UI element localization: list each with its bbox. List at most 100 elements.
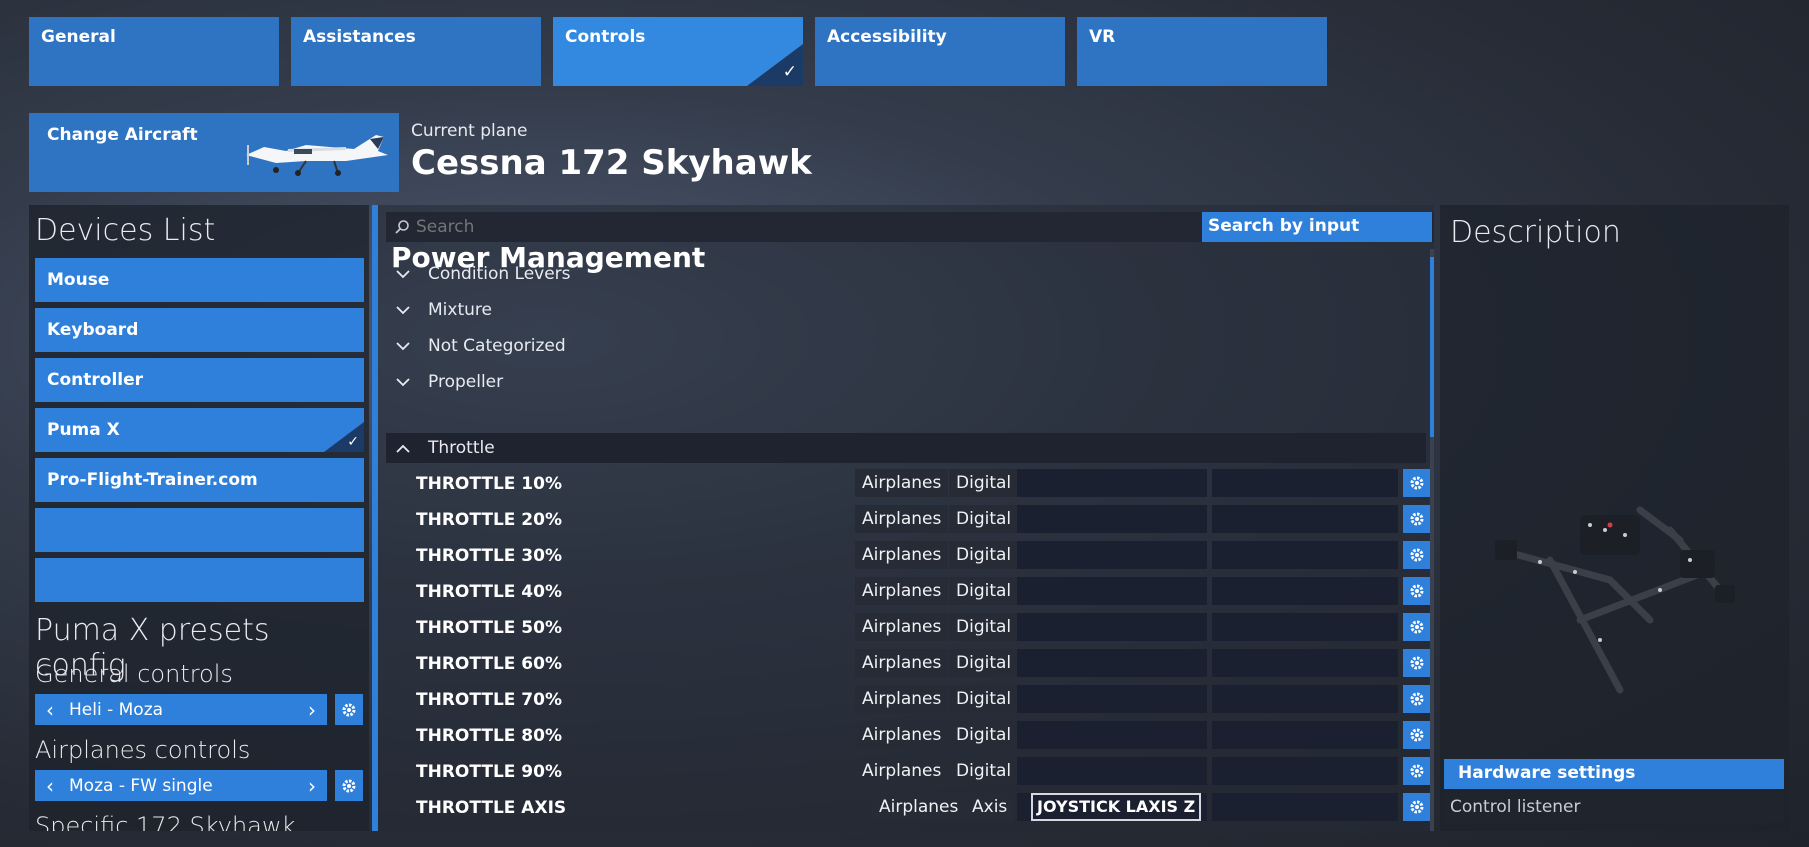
gear-icon <box>1410 728 1424 742</box>
chevron-left-icon[interactable]: ‹ <box>35 774 65 798</box>
binding-slot-primary[interactable] <box>1017 505 1207 533</box>
binding-value: JOYSTICK LAXIS Z <box>1031 793 1202 821</box>
binding-slot-primary[interactable] <box>1017 649 1207 677</box>
general-controls-selector[interactable]: ‹ Heli - Moza › <box>35 694 327 725</box>
binding-slot-secondary[interactable] <box>1212 793 1398 821</box>
binding-slot-secondary[interactable] <box>1212 649 1398 677</box>
device-item-puma-x[interactable]: Puma X ✓ <box>35 408 364 452</box>
description-title: Description <box>1450 215 1621 250</box>
scope-chip: Airplanes <box>855 469 949 497</box>
binding-row: THROTTLE 60% Airplanes Digital <box>386 647 1431 679</box>
devices-panel: Devices List Mouse Keyboard Controller P… <box>29 205 369 831</box>
scope-chip: Airplanes <box>855 613 949 641</box>
type-chip: Digital <box>949 541 1019 569</box>
binding-action-label: THROTTLE 80% <box>416 726 563 746</box>
binding-slot-primary[interactable] <box>1017 613 1207 641</box>
row-gear-button[interactable] <box>1403 541 1431 569</box>
type-chip: Digital <box>949 649 1019 677</box>
binding-row: THROTTLE 80% Airplanes Digital <box>386 719 1431 751</box>
tab-accessibility[interactable]: Accessibility <box>815 17 1065 86</box>
tab-vr[interactable]: VR <box>1077 17 1327 86</box>
tab-label: General <box>41 27 116 47</box>
chevron-left-icon[interactable]: ‹ <box>35 698 65 722</box>
category-throttle[interactable]: Throttle <box>386 433 1426 463</box>
binding-action-label: THROTTLE 50% <box>416 618 563 638</box>
binding-slot-secondary[interactable] <box>1212 613 1398 641</box>
chevron-right-icon[interactable]: › <box>297 698 327 722</box>
row-gear-button[interactable] <box>1403 577 1431 605</box>
binding-slot-secondary[interactable] <box>1212 469 1398 497</box>
row-gear-button[interactable] <box>1403 685 1431 713</box>
device-label: Pro-Flight-Trainer.com <box>47 470 258 490</box>
row-gear-button[interactable] <box>1403 721 1431 749</box>
airplanes-controls-value: Moza - FW single <box>69 775 213 796</box>
type-chip: Axis <box>965 793 1015 821</box>
gear-icon <box>1410 584 1424 598</box>
chevron-down-icon <box>396 341 416 351</box>
tab-label: Accessibility <box>827 27 947 47</box>
device-item-empty-1[interactable] <box>35 508 364 552</box>
search-input[interactable] <box>410 217 1190 237</box>
scope-chip: Airplanes <box>855 685 949 713</box>
tab-assistances[interactable]: Assistances <box>291 17 541 86</box>
control-listener-label: Control listener <box>1444 793 1784 823</box>
binding-slot-primary[interactable] <box>1017 541 1207 569</box>
device-item-empty-2[interactable] <box>35 558 364 602</box>
row-gear-button[interactable] <box>1403 757 1431 785</box>
gear-icon <box>1410 548 1424 562</box>
scope-chip: Airplanes <box>855 757 949 785</box>
general-controls-gear-button[interactable] <box>335 694 363 725</box>
device-item-pro-flight-trainer[interactable]: Pro-Flight-Trainer.com <box>35 458 364 502</box>
airplanes-controls-gear-button[interactable] <box>335 770 363 801</box>
type-chip: Digital <box>949 469 1019 497</box>
binding-action-label: THROTTLE 10% <box>416 474 563 494</box>
chevron-right-icon[interactable]: › <box>297 774 327 798</box>
scope-chip: Airplanes <box>855 541 949 569</box>
binding-slot-secondary[interactable] <box>1212 577 1398 605</box>
change-aircraft-button[interactable]: Change Aircraft <box>29 113 399 192</box>
tab-controls[interactable]: Controls ✓ <box>553 17 803 86</box>
type-chip: Digital <box>949 577 1019 605</box>
binding-slot-secondary[interactable] <box>1212 505 1398 533</box>
hardware-settings-button[interactable]: Hardware settings <box>1444 759 1784 789</box>
binding-slot-primary[interactable]: JOYSTICK LAXIS Z <box>1017 793 1207 821</box>
chevron-up-icon <box>396 444 416 453</box>
row-gear-button[interactable] <box>1403 649 1431 677</box>
category-mixture[interactable]: Mixture <box>386 295 1426 325</box>
device-item-keyboard[interactable]: Keyboard <box>35 308 364 352</box>
current-plane-label: Current plane <box>411 121 528 141</box>
scrollbar-thumb[interactable] <box>1430 257 1434 437</box>
binding-slot-primary[interactable] <box>1017 685 1207 713</box>
category-not-categorized[interactable]: Not Categorized <box>386 331 1426 361</box>
row-gear-button[interactable] <box>1403 793 1431 821</box>
binding-slot-primary[interactable] <box>1017 577 1207 605</box>
tab-label: Controls <box>565 27 646 47</box>
binding-slot-primary[interactable] <box>1017 721 1207 749</box>
category-label: Mixture <box>428 300 492 320</box>
binding-slot-secondary[interactable] <box>1212 685 1398 713</box>
tab-label: VR <box>1089 27 1116 47</box>
binding-slot-primary[interactable] <box>1017 469 1207 497</box>
scope-chip: Airplanes <box>855 649 949 677</box>
search-by-input-button[interactable]: Search by input <box>1202 212 1432 242</box>
category-condition-levers[interactable]: Condition Levers <box>386 259 1426 289</box>
binding-slot-secondary[interactable] <box>1212 757 1398 785</box>
row-gear-button[interactable] <box>1403 469 1431 497</box>
device-item-mouse[interactable]: Mouse <box>35 258 364 302</box>
check-icon: ✓ <box>782 62 797 82</box>
binding-row: THROTTLE 90% Airplanes Digital <box>386 755 1431 787</box>
airplanes-controls-selector[interactable]: ‹ Moza - FW single › <box>35 770 327 801</box>
type-chip: Digital <box>949 613 1019 641</box>
general-controls-label: General controls <box>35 660 233 688</box>
row-gear-button[interactable] <box>1403 505 1431 533</box>
scope-chip: Airplanes <box>855 505 949 533</box>
tab-general[interactable]: General <box>29 17 279 86</box>
device-item-controller[interactable]: Controller <box>35 358 364 402</box>
row-gear-button[interactable] <box>1403 613 1431 641</box>
binding-slot-secondary[interactable] <box>1212 721 1398 749</box>
category-propeller[interactable]: Propeller <box>386 367 1426 397</box>
device-label: Controller <box>47 370 144 390</box>
binding-slot-primary[interactable] <box>1017 757 1207 785</box>
type-chip: Digital <box>949 757 1019 785</box>
binding-slot-secondary[interactable] <box>1212 541 1398 569</box>
